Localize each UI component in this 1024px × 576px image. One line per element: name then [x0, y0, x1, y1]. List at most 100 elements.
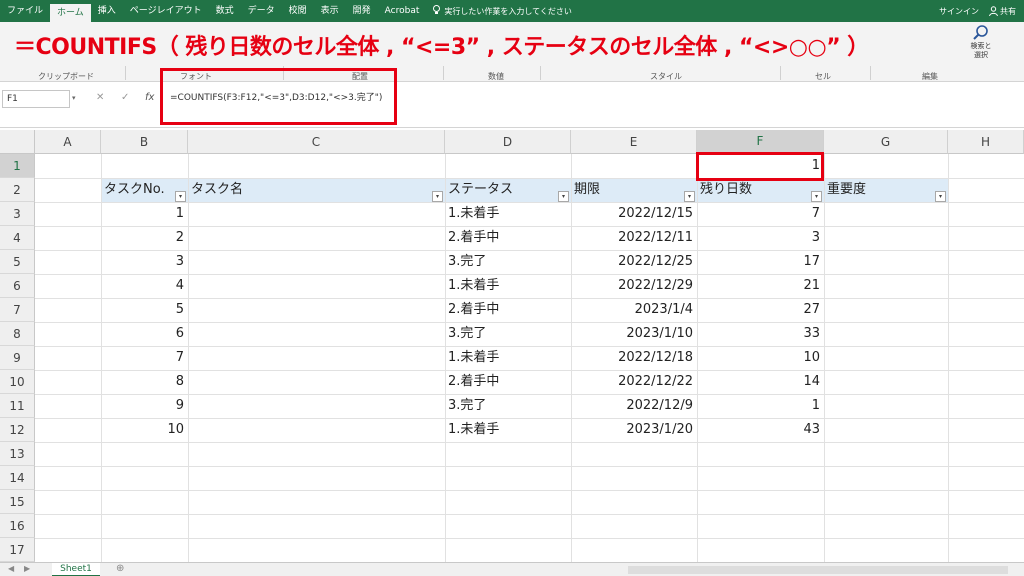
cell-remaining[interactable]: 27 — [697, 298, 824, 322]
column-header-f[interactable]: F — [697, 130, 824, 154]
row-header[interactable]: 10 — [0, 370, 35, 394]
tab-data[interactable]: データ — [241, 0, 282, 22]
column-header-g[interactable]: G — [824, 130, 948, 154]
row-header[interactable]: 8 — [0, 322, 35, 346]
cell-status[interactable]: 2.着手中 — [445, 370, 571, 394]
add-sheet-icon[interactable]: ⊕ — [116, 563, 124, 574]
filter-dropdown-icon[interactable]: ▾ — [935, 191, 946, 202]
column-header-e[interactable]: E — [571, 130, 697, 154]
cell-due[interactable]: 2022/12/15 — [571, 202, 697, 226]
column-header-a[interactable]: A — [35, 130, 101, 154]
cell-task-no[interactable]: 1 — [101, 202, 188, 226]
cell-task-no[interactable]: 9 — [101, 394, 188, 418]
cell-status[interactable]: 2.着手中 — [445, 298, 571, 322]
row-header[interactable]: 2 — [0, 178, 35, 202]
header-task-name[interactable]: タスク名 — [188, 178, 445, 202]
row-header[interactable]: 1 — [0, 154, 35, 178]
row-header[interactable]: 15 — [0, 490, 35, 514]
row-header[interactable]: 14 — [0, 466, 35, 490]
name-box-dropdown-icon[interactable]: ▾ — [72, 94, 76, 102]
cell-due[interactable]: 2022/12/9 — [571, 394, 697, 418]
cell-due[interactable]: 2023/1/4 — [571, 298, 697, 322]
cell-remaining[interactable]: 33 — [697, 322, 824, 346]
column-header-h[interactable]: H — [948, 130, 1024, 154]
row-header[interactable]: 13 — [0, 442, 35, 466]
cell-remaining[interactable]: 1 — [697, 394, 824, 418]
tab-page-layout[interactable]: ページレイアウト — [123, 0, 209, 22]
worksheet-grid[interactable]: A B C D E F G H 1 2 3 4 5 6 7 8 9 10 11 … — [0, 130, 1024, 562]
cell-due[interactable]: 2022/12/25 — [571, 250, 697, 274]
select-all-corner[interactable] — [0, 130, 35, 154]
row-header[interactable]: 6 — [0, 274, 35, 298]
cell-status[interactable]: 1.未着手 — [445, 274, 571, 298]
cell-due[interactable]: 2022/12/11 — [571, 226, 697, 250]
name-box[interactable]: F1 — [2, 90, 70, 108]
filter-dropdown-icon[interactable]: ▾ — [684, 191, 695, 202]
row-header[interactable]: 9 — [0, 346, 35, 370]
cell-remaining[interactable]: 21 — [697, 274, 824, 298]
cell-remaining[interactable]: 7 — [697, 202, 824, 226]
cell-task-no[interactable]: 4 — [101, 274, 188, 298]
row-header[interactable]: 17 — [0, 538, 35, 562]
cell-due[interactable]: 2022/12/18 — [571, 346, 697, 370]
signin-link[interactable]: サインイン — [939, 6, 979, 17]
row-header[interactable]: 5 — [0, 250, 35, 274]
row-header[interactable]: 7 — [0, 298, 35, 322]
row-header[interactable]: 11 — [0, 394, 35, 418]
cell-status[interactable]: 3.完了 — [445, 394, 571, 418]
cell-remaining[interactable]: 17 — [697, 250, 824, 274]
insert-function-icon[interactable]: fx — [145, 92, 154, 103]
row-header[interactable]: 3 — [0, 202, 35, 226]
tab-acrobat[interactable]: Acrobat — [378, 0, 427, 22]
cell-task-no[interactable]: 7 — [101, 346, 188, 370]
find-select-button[interactable]: 検索と 選択 — [968, 24, 994, 66]
cell-status[interactable]: 1.未着手 — [445, 418, 571, 442]
header-priority[interactable]: 重要度 — [824, 178, 948, 202]
row-header[interactable]: 4 — [0, 226, 35, 250]
formula-input[interactable]: =COUNTIFS(F3:F12,"<=3",D3:D12,"<>3.完了") — [170, 90, 382, 103]
cell-status[interactable]: 3.完了 — [445, 250, 571, 274]
next-sheet-icon[interactable]: ▶ — [24, 564, 30, 573]
cell-task-no[interactable]: 6 — [101, 322, 188, 346]
tab-developer[interactable]: 開発 — [346, 0, 378, 22]
cancel-icon[interactable]: ✕ — [96, 92, 104, 103]
tab-insert[interactable]: 挿入 — [91, 0, 123, 22]
row-header[interactable]: 12 — [0, 418, 35, 442]
tab-home[interactable]: ホーム — [50, 2, 91, 22]
cell-status[interactable]: 1.未着手 — [445, 202, 571, 226]
cell-task-no[interactable]: 3 — [101, 250, 188, 274]
row-header[interactable]: 16 — [0, 514, 35, 538]
cell-task-no[interactable]: 5 — [101, 298, 188, 322]
cell-f1-result[interactable]: 1 — [697, 154, 824, 178]
cell-task-no[interactable]: 10 — [101, 418, 188, 442]
share-button[interactable]: 共有 — [989, 6, 1016, 17]
filter-dropdown-icon[interactable]: ▾ — [811, 191, 822, 202]
cell-remaining[interactable]: 14 — [697, 370, 824, 394]
cell-due[interactable]: 2022/12/22 — [571, 370, 697, 394]
column-header-b[interactable]: B — [101, 130, 188, 154]
tab-formulas[interactable]: 数式 — [209, 0, 241, 22]
header-remaining-days[interactable]: 残り日数 — [697, 178, 824, 202]
cell-remaining[interactable]: 43 — [697, 418, 824, 442]
cell-due[interactable]: 2023/1/10 — [571, 322, 697, 346]
cell-status[interactable]: 2.着手中 — [445, 226, 571, 250]
cell-status[interactable]: 1.未着手 — [445, 346, 571, 370]
enter-icon[interactable]: ✓ — [121, 92, 129, 103]
cell-due[interactable]: 2022/12/29 — [571, 274, 697, 298]
column-header-c[interactable]: C — [188, 130, 445, 154]
filter-dropdown-icon[interactable]: ▾ — [558, 191, 569, 202]
filter-dropdown-icon[interactable]: ▾ — [432, 191, 443, 202]
header-due[interactable]: 期限 — [571, 178, 697, 202]
tab-review[interactable]: 校閲 — [282, 0, 314, 22]
tell-me-box[interactable]: 実行したい作業を入力してください — [432, 5, 572, 17]
cell-task-no[interactable]: 2 — [101, 226, 188, 250]
tab-file[interactable]: ファイル — [0, 0, 50, 22]
cell-remaining[interactable]: 3 — [697, 226, 824, 250]
filter-dropdown-icon[interactable]: ▾ — [175, 191, 186, 202]
header-status[interactable]: ステータス — [445, 178, 571, 202]
sheet-tab-sheet1[interactable]: Sheet1 — [52, 563, 100, 576]
column-header-d[interactable]: D — [445, 130, 571, 154]
cell-task-no[interactable]: 8 — [101, 370, 188, 394]
cell-status[interactable]: 3.完了 — [445, 322, 571, 346]
cell-remaining[interactable]: 10 — [697, 346, 824, 370]
